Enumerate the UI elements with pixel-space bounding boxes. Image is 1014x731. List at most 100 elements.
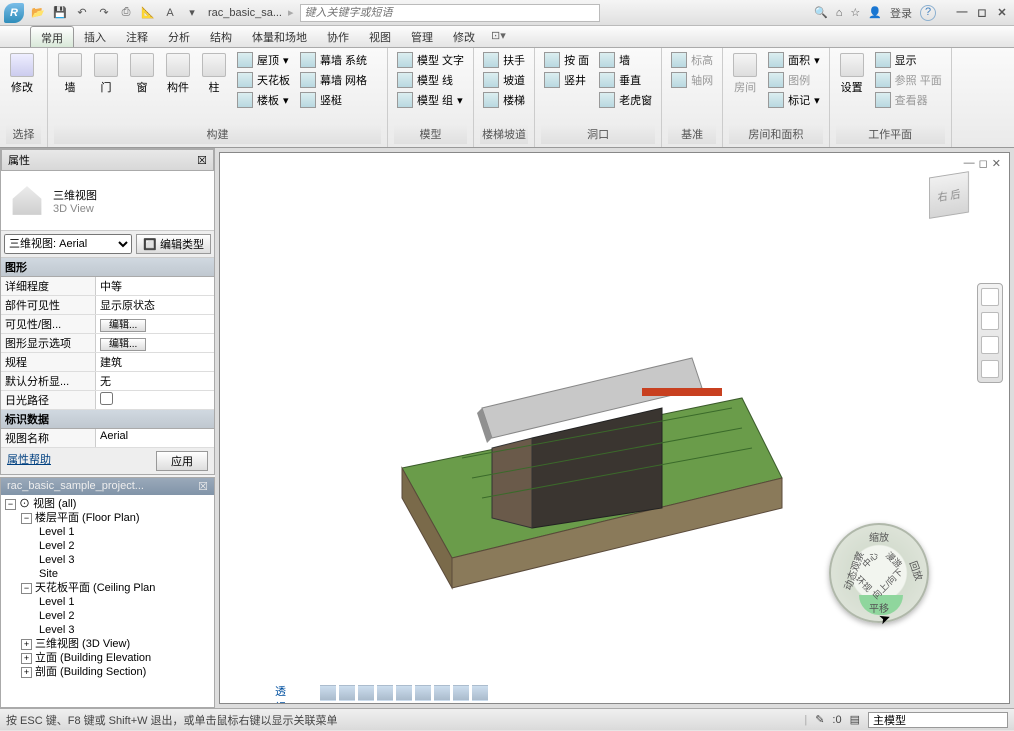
close-icon[interactable]: ☒ bbox=[198, 480, 208, 493]
modify-button[interactable]: 修改 bbox=[6, 51, 38, 97]
zoom-icon[interactable] bbox=[981, 336, 999, 354]
text-icon[interactable]: A bbox=[162, 5, 178, 21]
model-text-button[interactable]: 模型 文字 bbox=[394, 51, 467, 69]
steering-wheel[interactable]: 缩放 动态观察 平移 回放 中心 环视 向上/向下 漫游 bbox=[829, 523, 929, 623]
tab-overflow-icon[interactable]: ⊡▾ bbox=[485, 26, 512, 47]
maximize-button[interactable]: ◻ bbox=[974, 6, 990, 19]
steering-wheel-icon[interactable] bbox=[981, 288, 999, 306]
edit-visgraphics-button[interactable]: 编辑... bbox=[100, 319, 146, 332]
tree-item[interactable]: Level 2 bbox=[3, 539, 212, 553]
close-icon[interactable]: ☒ bbox=[197, 154, 207, 167]
roof-button[interactable]: 屋顶 ▾ bbox=[234, 51, 293, 69]
workset-icon[interactable]: ✎ bbox=[815, 713, 824, 726]
legend-button[interactable]: 图例 bbox=[765, 71, 823, 89]
dropdown-icon[interactable]: ▾ bbox=[184, 5, 200, 21]
tab-annotate[interactable]: 注释 bbox=[116, 26, 158, 47]
edit-display-button[interactable]: 编辑... bbox=[100, 338, 146, 351]
tab-common[interactable]: 常用 bbox=[30, 26, 74, 47]
tag-button[interactable]: 标记 ▾ bbox=[765, 91, 823, 109]
redo-icon[interactable]: ↷ bbox=[96, 5, 112, 21]
dormer-button[interactable]: 老虎窗 bbox=[596, 91, 655, 109]
wall-button[interactable]: 墙 bbox=[54, 51, 86, 97]
level-button[interactable]: 标高 bbox=[668, 51, 716, 69]
tab-modify[interactable]: 修改 bbox=[443, 26, 485, 47]
ceiling-button[interactable]: 天花板 bbox=[234, 71, 293, 89]
floor-button[interactable]: 楼板 ▾ bbox=[234, 91, 293, 109]
properties-header[interactable]: 属性 ☒ bbox=[1, 149, 214, 171]
3d-viewport[interactable]: — ◻ ✕ 右 后 bbox=[219, 152, 1010, 704]
tree-item[interactable]: Site bbox=[3, 567, 212, 581]
viewer-button[interactable]: 查看器 bbox=[872, 91, 945, 109]
door-button[interactable]: 门 bbox=[90, 51, 122, 97]
render-icon[interactable] bbox=[415, 685, 431, 701]
visual-style-icon[interactable] bbox=[358, 685, 374, 701]
shaft-button[interactable]: 竖井 bbox=[541, 71, 592, 89]
filter-icon[interactable]: ▤ bbox=[850, 713, 860, 726]
vp-minimize-icon[interactable]: — bbox=[964, 157, 975, 170]
tree-item[interactable]: Level 1 bbox=[3, 595, 212, 609]
set-button[interactable]: 设置 bbox=[836, 51, 868, 97]
tab-analyze[interactable]: 分析 bbox=[158, 26, 200, 47]
reveal-icon[interactable] bbox=[472, 685, 488, 701]
star-icon[interactable]: ☆ bbox=[850, 6, 860, 19]
tree-item[interactable]: Level 1 bbox=[3, 525, 212, 539]
minimize-button[interactable]: — bbox=[954, 6, 970, 19]
close-button[interactable]: ✕ bbox=[994, 6, 1010, 19]
curtain-grid-button[interactable]: 幕墙 网格 bbox=[297, 71, 370, 89]
tab-view[interactable]: 视图 bbox=[359, 26, 401, 47]
help-icon[interactable]: ? bbox=[920, 5, 936, 21]
tab-structure[interactable]: 结构 bbox=[200, 26, 242, 47]
ramp-button[interactable]: 坡道 bbox=[480, 71, 528, 89]
model-input[interactable] bbox=[868, 712, 1008, 728]
binoculars-icon[interactable]: 🔍 bbox=[814, 6, 828, 19]
window-button[interactable]: 窗 bbox=[126, 51, 158, 97]
tab-collab[interactable]: 协作 bbox=[317, 26, 359, 47]
pan-icon[interactable] bbox=[981, 312, 999, 330]
type-selector[interactable]: 三维视图: Aerial bbox=[4, 234, 132, 254]
tree[interactable]: −⊙ 视图 (all) −楼层平面 (Floor Plan) Level 1 L… bbox=[1, 495, 214, 707]
scale-icon[interactable] bbox=[320, 685, 336, 701]
tree-item[interactable]: Level 2 bbox=[3, 609, 212, 623]
stair-button[interactable]: 楼梯 bbox=[480, 91, 528, 109]
room-button[interactable]: 房间 bbox=[729, 51, 761, 97]
shadow-icon[interactable] bbox=[396, 685, 412, 701]
tab-insert[interactable]: 插入 bbox=[74, 26, 116, 47]
tab-massing[interactable]: 体量和场地 bbox=[242, 26, 317, 47]
measure-icon[interactable]: 📐 bbox=[140, 5, 156, 21]
show-button[interactable]: 显示 bbox=[872, 51, 945, 69]
vp-close-icon[interactable]: ✕ bbox=[992, 157, 1001, 170]
key-icon[interactable]: ⌂ bbox=[836, 7, 843, 19]
area-button[interactable]: 面积 ▾ bbox=[765, 51, 823, 69]
apply-button[interactable]: 应用 bbox=[156, 451, 208, 471]
undo-icon[interactable]: ↶ bbox=[74, 5, 90, 21]
grid-button[interactable]: 轴网 bbox=[668, 71, 716, 89]
login-label[interactable]: 登录 bbox=[890, 5, 912, 21]
byface-button[interactable]: 按 面 bbox=[541, 51, 592, 69]
model-line-button[interactable]: 模型 线 bbox=[394, 71, 467, 89]
refplane-button[interactable]: 参照 平面 bbox=[872, 71, 945, 89]
orbit-icon[interactable] bbox=[981, 360, 999, 378]
sunpath-checkbox[interactable] bbox=[100, 392, 113, 405]
curtain-sys-button[interactable]: 幕墙 系统 bbox=[297, 51, 370, 69]
search-input[interactable] bbox=[300, 4, 600, 22]
user-icon[interactable]: 👤 bbox=[868, 6, 882, 19]
browser-header[interactable]: rac_basic_sample_project...☒ bbox=[1, 478, 214, 495]
railing-button[interactable]: 扶手 bbox=[480, 51, 528, 69]
model-group-button[interactable]: 模型 组 ▾ bbox=[394, 91, 467, 109]
view-cube[interactable]: 右 后 bbox=[919, 173, 979, 233]
open-icon[interactable]: 📂 bbox=[30, 5, 46, 21]
save-icon[interactable]: 💾 bbox=[52, 5, 68, 21]
crop-icon[interactable] bbox=[434, 685, 450, 701]
sun-icon[interactable] bbox=[377, 685, 393, 701]
wall-opening-button[interactable]: 墙 bbox=[596, 51, 655, 69]
tab-manage[interactable]: 管理 bbox=[401, 26, 443, 47]
tree-item[interactable]: Level 3 bbox=[3, 623, 212, 637]
hide-icon[interactable] bbox=[453, 685, 469, 701]
edit-type-button[interactable]: 🔲 编辑类型 bbox=[136, 234, 211, 254]
vertical-button[interactable]: 垂直 bbox=[596, 71, 655, 89]
print-icon[interactable]: ⎙ bbox=[118, 5, 134, 21]
component-button[interactable]: 构件 bbox=[162, 51, 194, 97]
detail-icon[interactable] bbox=[339, 685, 355, 701]
property-help-link[interactable]: 属性帮助 bbox=[7, 451, 51, 471]
tree-item[interactable]: Level 3 bbox=[3, 553, 212, 567]
